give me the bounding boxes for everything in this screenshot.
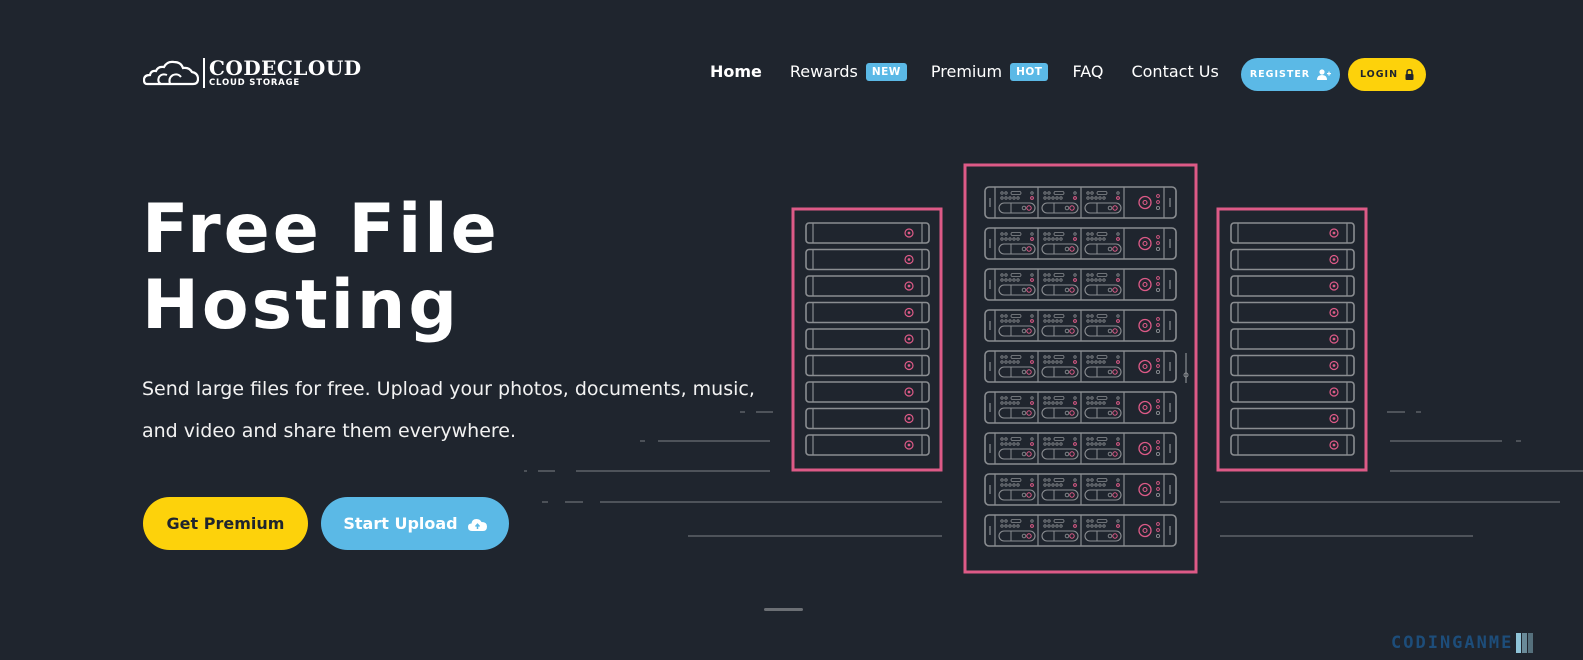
power-button xyxy=(1138,318,1152,333)
scroll-indicator[interactable] xyxy=(764,608,803,611)
rack-unit xyxy=(805,301,930,324)
watermark-bars-icon xyxy=(1515,633,1534,653)
rack-unit xyxy=(1230,248,1355,271)
rack-frame xyxy=(1216,207,1368,472)
rack-unit xyxy=(984,268,1177,301)
rack-unit xyxy=(1230,301,1355,324)
rack-unit xyxy=(1230,275,1355,297)
rack-unit xyxy=(1230,407,1355,430)
rack-unit xyxy=(984,309,1177,342)
rack-unit xyxy=(805,434,930,456)
power-button xyxy=(1138,523,1152,538)
power-button xyxy=(1138,400,1152,415)
power-button xyxy=(1138,441,1152,456)
rack-unit xyxy=(805,354,930,377)
power-button xyxy=(1138,195,1152,210)
rack-unit xyxy=(984,432,1177,465)
rack-unit xyxy=(805,381,930,403)
power-button xyxy=(1138,277,1152,292)
rack-unit xyxy=(805,328,930,350)
rack-unit xyxy=(984,391,1177,424)
rack-unit xyxy=(1230,354,1355,377)
center-server-rack xyxy=(963,163,1198,574)
rack-unit xyxy=(805,407,930,430)
rack-unit xyxy=(984,350,1177,383)
rack-unit xyxy=(1230,381,1355,403)
rack-unit xyxy=(984,514,1177,547)
rack-unit xyxy=(984,473,1177,506)
rack-unit xyxy=(805,248,930,271)
watermark-text: CODINGANME xyxy=(1391,633,1514,653)
right-server-rack xyxy=(1216,207,1368,472)
left-server-rack xyxy=(791,207,943,472)
server-racks-illustration xyxy=(524,163,1583,574)
rack-unit xyxy=(1230,434,1355,456)
rack-unit xyxy=(1230,222,1355,244)
rack-unit xyxy=(805,222,930,244)
rack-unit xyxy=(984,227,1177,260)
power-button xyxy=(1138,359,1152,374)
rack-unit xyxy=(984,186,1177,219)
watermark: CODINGANME xyxy=(1391,633,1534,653)
rack-frame xyxy=(791,207,943,472)
power-button xyxy=(1138,482,1152,497)
power-button xyxy=(1138,236,1152,251)
rack-unit xyxy=(1230,328,1355,350)
rack-unit xyxy=(805,275,930,297)
